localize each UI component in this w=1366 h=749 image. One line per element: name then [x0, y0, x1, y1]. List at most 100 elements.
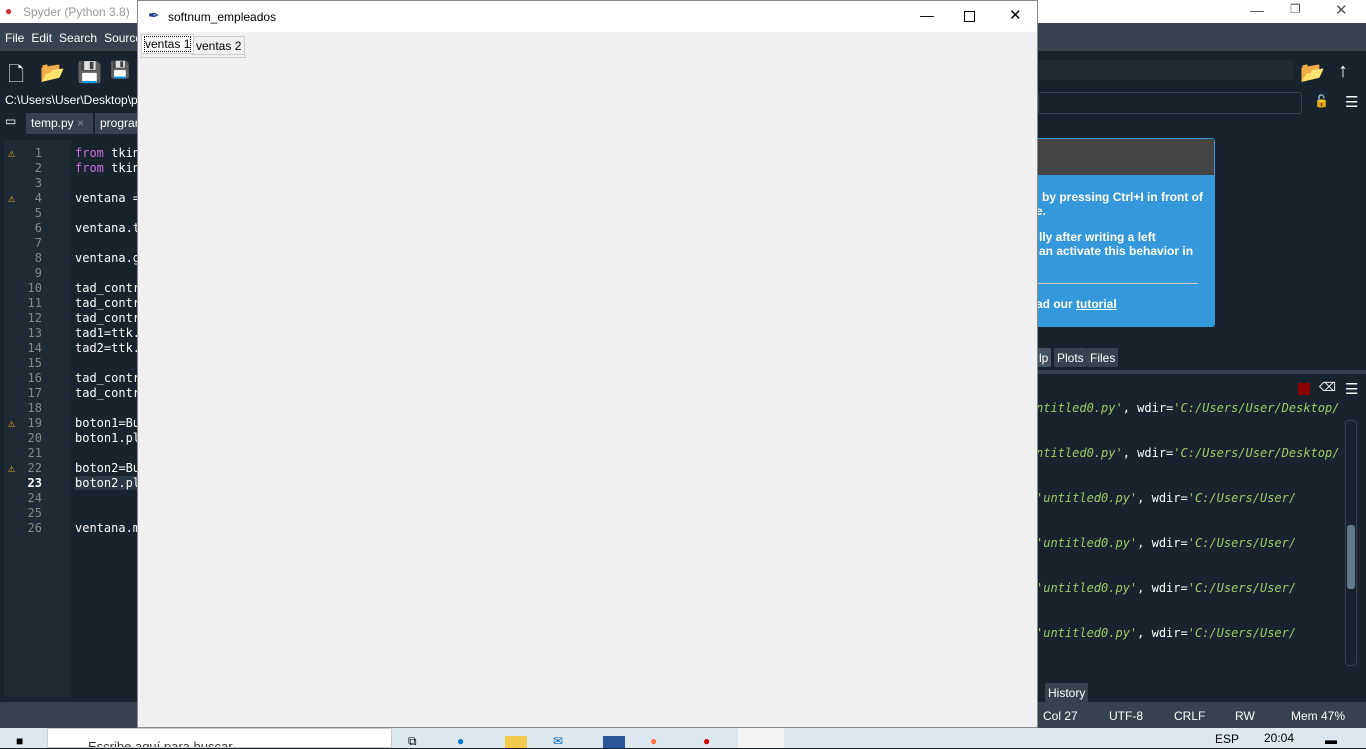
line-number: 14	[27, 341, 42, 355]
code-line: ventana.t	[75, 221, 141, 235]
tab-help[interactable]: lp	[1036, 348, 1052, 367]
line-number: 8	[34, 251, 42, 265]
firefox-icon[interactable]: ●	[650, 734, 657, 748]
tab-temp-py[interactable]: temp.py ×	[26, 113, 93, 134]
console-line: ntitled0.py', wdir='C:/Users/User/Deskto…	[1036, 401, 1340, 415]
ipython-console[interactable]: ntitled0.py', wdir='C:/Users/User/Deskto…	[1036, 400, 1366, 680]
word-icon[interactable]	[603, 736, 625, 748]
line-number: 16	[27, 371, 42, 385]
close-icon[interactable]: ✕	[1009, 6, 1022, 24]
splitter[interactable]	[1036, 370, 1366, 374]
code-line: ventana.g	[75, 251, 141, 265]
line-number: 10	[27, 281, 42, 295]
restore-icon[interactable]: ❐	[1290, 2, 1301, 16]
spyder-taskbar-icon[interactable]: ●	[703, 734, 710, 748]
browse-tabs-icon[interactable]: ▭	[5, 114, 16, 128]
console-scrollbar[interactable]	[1345, 420, 1357, 666]
tab-label: program	[100, 116, 140, 130]
warning-icon[interactable]: ⚠	[8, 416, 15, 430]
line-number: 19	[27, 416, 42, 430]
warning-icon[interactable]: ⚠	[8, 461, 15, 475]
save-all-icon[interactable]: 💾	[110, 60, 130, 80]
line-number: 13	[27, 326, 42, 340]
console-line: 'untitled0.py', wdir='C:/Users/User/	[1036, 536, 1297, 550]
notebook-body	[141, 55, 246, 58]
parent-dir-icon[interactable]: ↑	[1338, 60, 1348, 83]
tab-history[interactable]: History	[1045, 683, 1089, 702]
code-editor[interactable]: ⚠ 1 from tkin 2 from tkin 3 ⚠ 4 ventana = 5 6 venta…	[0, 140, 140, 697]
line-number: 4	[34, 191, 42, 205]
spyder-logo-icon: ●	[5, 4, 13, 18]
scrollbar-thumb[interactable]	[1347, 525, 1355, 589]
console-menu-icon[interactable]: ☰	[1345, 380, 1358, 398]
tutorial-link[interactable]: tutorial	[1076, 297, 1117, 311]
code-line: boton2=Bu	[75, 461, 141, 475]
maximize-icon[interactable]	[964, 11, 975, 22]
menu-file[interactable]: File	[0, 23, 26, 45]
code-line: tad_contr	[75, 296, 141, 310]
cursor-position: Col 27	[1043, 709, 1078, 723]
encoding: UTF-8	[1109, 709, 1143, 723]
open-folder-icon[interactable]: 📂	[40, 60, 65, 85]
tab-program[interactable]: program	[95, 113, 140, 134]
line-number: 18	[27, 401, 42, 415]
mail-icon[interactable]: ✉	[553, 734, 563, 748]
code-line: tad2=ttk.	[75, 341, 141, 355]
tab-plots[interactable]: Plots	[1054, 348, 1087, 367]
minimize-icon[interactable]: —	[1250, 2, 1264, 18]
help-header	[1036, 139, 1214, 175]
line-endings: CRLF	[1174, 709, 1206, 723]
stop-icon[interactable]	[1298, 383, 1310, 395]
task-view-icon[interactable]: ⧉	[408, 734, 417, 749]
eraser-icon[interactable]: ⌫	[1319, 380, 1336, 394]
tab-files[interactable]: Files	[1087, 348, 1119, 367]
line-number: 24	[27, 491, 42, 505]
menu-search[interactable]: Search	[54, 23, 99, 45]
edge-icon[interactable]: ●	[457, 734, 464, 748]
help-source-combo[interactable]	[1038, 92, 1302, 114]
help-panel: by pressing Ctrl+I in front of e. lly af…	[1036, 138, 1215, 327]
warning-icon[interactable]: ⚠	[8, 191, 15, 205]
tab-ventas-2[interactable]: ventas 2	[192, 36, 246, 55]
tab-ventas-1[interactable]: ventas 1	[141, 34, 195, 54]
search-box[interactable]: Escribe aquí para buscar	[47, 728, 392, 748]
editor-tabs: ▭ temp.py × program	[0, 110, 140, 135]
language-indicator[interactable]: ESP	[1215, 732, 1239, 746]
divider	[1036, 283, 1198, 284]
spyder-title: Spyder (Python 3.8)	[23, 5, 130, 19]
options-menu-icon[interactable]: ☰	[1345, 93, 1358, 111]
line-number: 9	[34, 266, 42, 280]
lock-icon[interactable]: 🔓	[1314, 94, 1329, 108]
browse-folder-icon[interactable]: 📂	[1300, 60, 1325, 85]
tk-taskbar-icon[interactable]	[738, 728, 784, 748]
code-line: ventana =	[75, 191, 141, 205]
line-number: 7	[34, 236, 42, 250]
tk-window: ✒ softnum_empleados — ✕ ventas 1 ventas …	[137, 0, 1038, 728]
console-line: 'untitled0.py', wdir='C:/Users/User/	[1036, 491, 1297, 505]
help-text: lly after writing a left	[1039, 230, 1156, 244]
console-line: ntitled0.py', wdir='C:/Users/User/Deskto…	[1036, 446, 1340, 460]
code-line: tad_contr	[75, 281, 141, 295]
code-line: ventana.m	[75, 521, 141, 535]
clock[interactable]: 20:04	[1264, 731, 1294, 745]
line-number: 2	[34, 161, 42, 175]
line-number: 12	[27, 311, 42, 325]
save-icon[interactable]: 💾	[77, 60, 102, 85]
tk-title: softnum_empleados	[168, 10, 277, 24]
working-dir-combo[interactable]	[1038, 60, 1294, 80]
minimize-icon[interactable]: —	[920, 7, 934, 23]
line-number: 15	[27, 356, 42, 370]
line-number: 25	[27, 506, 42, 520]
memory-usage: Mem 47%	[1291, 709, 1346, 723]
code-line: boton1.pl	[75, 431, 141, 445]
file-explorer-icon[interactable]	[505, 736, 527, 748]
menu-edit[interactable]: Edit	[26, 23, 54, 45]
code-line: tad1=ttk.	[75, 326, 141, 340]
windows-start-icon[interactable]: ■	[16, 734, 23, 748]
code-line: tad_contr	[75, 311, 141, 325]
help-text: an activate this behavior in	[1039, 244, 1194, 258]
close-tab-icon[interactable]: ×	[77, 116, 84, 130]
warning-icon[interactable]: ⚠	[8, 146, 15, 160]
close-icon[interactable]: ✕	[1335, 1, 1348, 19]
notifications-icon[interactable]: ▬	[1325, 733, 1337, 747]
